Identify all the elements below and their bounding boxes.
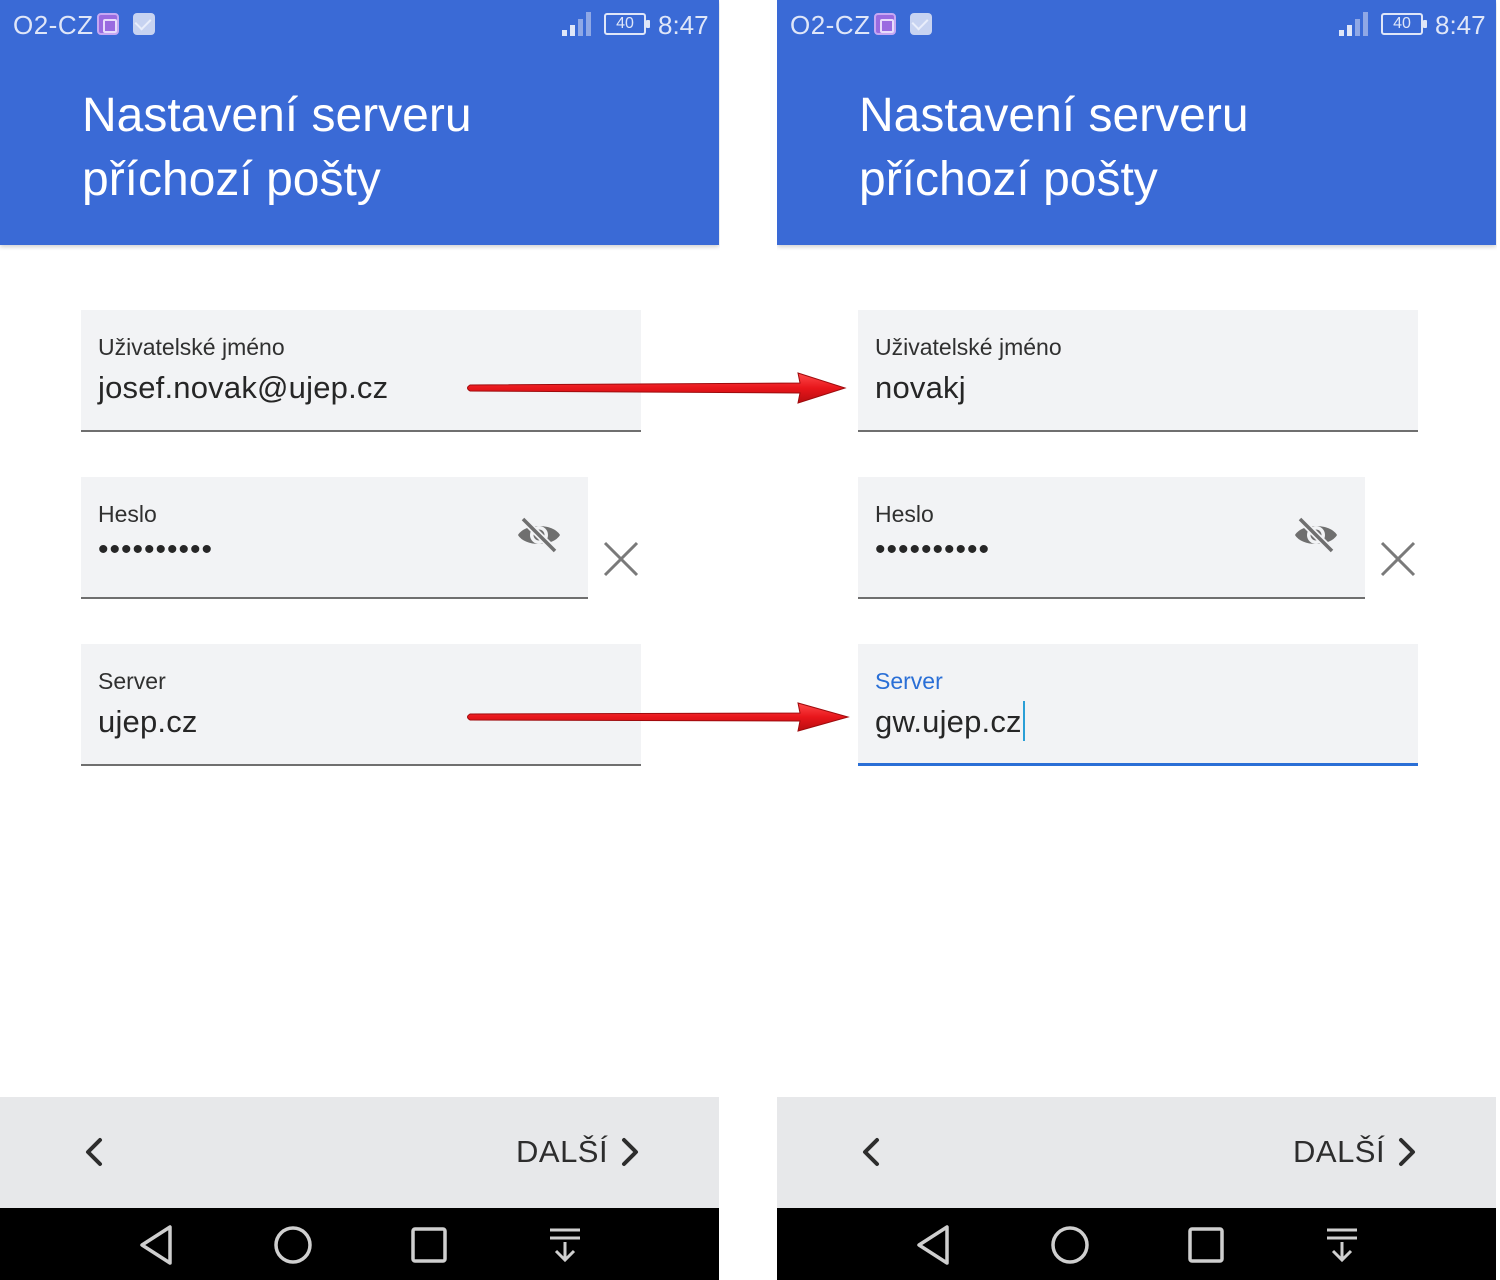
next-button[interactable]: DALŠÍ: [516, 1131, 646, 1173]
eye-off-icon[interactable]: [1292, 515, 1340, 555]
app-header: O2-CZ 40 8:47 Nastavení serveru příchozí…: [777, 0, 1496, 245]
page-title: Nastavení serveru příchozí pošty: [82, 84, 682, 212]
server-field[interactable]: Server gw.ujep.cz: [858, 644, 1418, 766]
page-title-line2: příchozí pošty: [82, 153, 381, 206]
username-label: Uživatelské jméno: [875, 334, 1062, 360]
nav-back-icon[interactable]: [134, 1222, 180, 1268]
chevron-left-icon[interactable]: [853, 1132, 893, 1172]
close-icon[interactable]: [1377, 538, 1419, 580]
page-title-line1: Nastavení serveru: [82, 89, 472, 142]
signal-icon: [562, 12, 592, 36]
password-label: Heslo: [98, 501, 157, 527]
phone-screen-right: O2-CZ 40 8:47 Nastavení serveru příchozí…: [777, 0, 1497, 1280]
password-field[interactable]: Heslo ••••••••••: [81, 477, 588, 599]
nav-recent-icon[interactable]: [406, 1222, 452, 1268]
signal-icon: [1339, 12, 1369, 36]
status-time: 8:47: [658, 10, 709, 40]
password-label: Heslo: [875, 501, 934, 527]
status-bar: O2-CZ 40 8:47: [0, 0, 719, 50]
password-input[interactable]: ••••••••••: [875, 533, 990, 567]
chevron-right-icon: [622, 1138, 639, 1166]
page-title-line2: příchozí pošty: [859, 153, 1158, 206]
next-button[interactable]: DALŠÍ: [1293, 1131, 1423, 1173]
nav-home-icon[interactable]: [1047, 1222, 1093, 1268]
page-title-line1: Nastavení serveru: [859, 89, 1249, 142]
system-nav-bar: [777, 1208, 1496, 1280]
password-field[interactable]: Heslo ••••••••••: [858, 477, 1365, 599]
nav-notification-icon[interactable]: [542, 1222, 588, 1268]
carrier-name: O2-CZ: [13, 10, 94, 40]
username-label: Uživatelské jméno: [98, 334, 285, 360]
nav-notification-icon[interactable]: [1319, 1222, 1365, 1268]
next-button-label: DALŠÍ: [1293, 1134, 1386, 1169]
app-header: O2-CZ 40 8:47 Nastavení serveru příchozí…: [0, 0, 719, 245]
mail-icon: [133, 13, 155, 35]
chevron-left-icon[interactable]: [76, 1132, 116, 1172]
server-input[interactable]: gw.ujep.cz: [875, 700, 1025, 741]
system-nav-bar: [0, 1208, 719, 1280]
annotation-arrow-username: [467, 372, 847, 404]
status-time: 8:47: [1435, 10, 1486, 40]
server-input[interactable]: ujep.cz: [98, 704, 198, 740]
annotation-arrow-server: [467, 702, 850, 732]
server-label: Server: [98, 668, 166, 694]
text-caret: [1022, 700, 1025, 741]
chevron-right-icon: [1399, 1138, 1416, 1166]
phone-screen-left: O2-CZ 40 8:47 Nastavení serveru příchozí…: [0, 0, 720, 1280]
nav-back-icon[interactable]: [911, 1222, 957, 1268]
page-title: Nastavení serveru příchozí pošty: [859, 84, 1459, 212]
username-field[interactable]: Uživatelské jméno novakj: [858, 310, 1418, 432]
wizard-navigation-bar: DALŠÍ: [777, 1097, 1496, 1208]
nav-home-icon[interactable]: [270, 1222, 316, 1268]
carrier-name: O2-CZ: [790, 10, 871, 40]
next-button-label: DALŠÍ: [516, 1134, 609, 1169]
wizard-navigation-bar: DALŠÍ: [0, 1097, 719, 1208]
battery-icon: 40: [1381, 13, 1427, 35]
nav-recent-icon[interactable]: [1183, 1222, 1229, 1268]
password-input[interactable]: ••••••••••: [98, 533, 213, 567]
status-bar: O2-CZ 40 8:47: [777, 0, 1496, 50]
battery-icon: 40: [604, 13, 650, 35]
close-icon[interactable]: [600, 538, 642, 580]
server-input-text: gw.ujep.cz: [875, 704, 1022, 739]
gallery-icon: [874, 13, 896, 35]
gallery-icon: [97, 13, 119, 35]
username-input[interactable]: josef.novak@ujep.cz: [98, 370, 388, 406]
username-input[interactable]: novakj: [875, 370, 966, 406]
server-label: Server: [875, 668, 943, 694]
mail-icon: [910, 13, 932, 35]
eye-off-icon[interactable]: [515, 515, 563, 555]
